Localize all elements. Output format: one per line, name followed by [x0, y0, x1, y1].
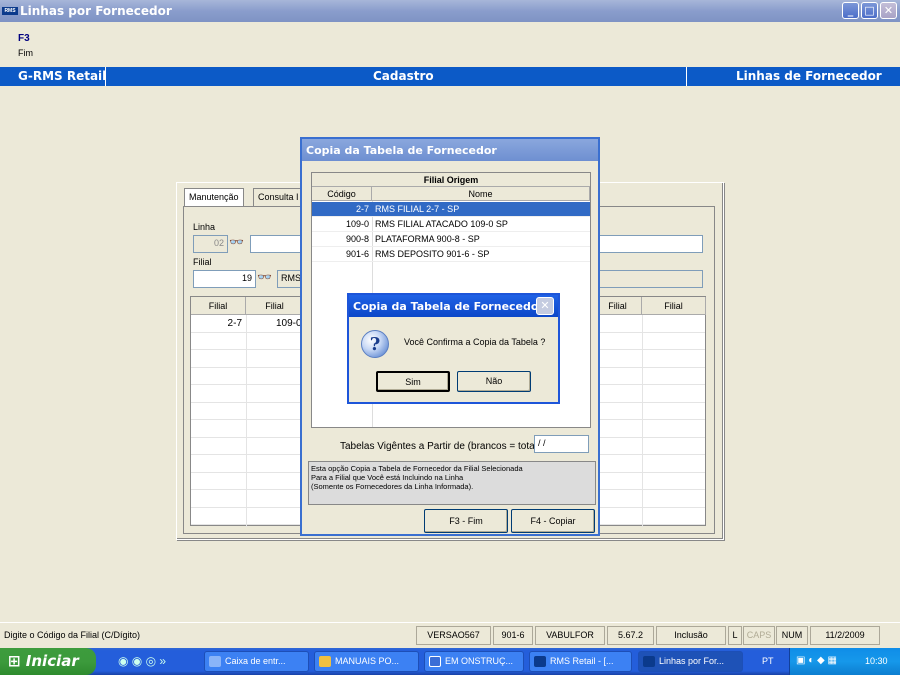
taskbar-item-label: Linhas por For... — [659, 656, 725, 666]
origin-code: 900-8 — [345, 234, 369, 244]
filial-field[interactable]: 19 — [193, 270, 256, 288]
confirm-title: Copia da Tabela de Fornecedor — [349, 295, 558, 317]
clock[interactable]: 10:30 — [865, 656, 888, 666]
yes-button[interactable]: Sim — [376, 371, 450, 392]
status-release: 5.67.2 — [607, 626, 654, 645]
info-line: (Somente os Fornecedores da Linha Inform… — [311, 482, 474, 491]
start-label: Iniciar — [25, 652, 79, 670]
taskbar-item[interactable]: MANUAIS PO... — [314, 651, 419, 672]
origin-name: RMS DEPOSITO 901-6 - SP — [375, 249, 490, 259]
mail-icon — [209, 656, 221, 667]
maximize-button[interactable]: □ — [861, 2, 878, 19]
status-program: VABULFOR — [535, 626, 605, 645]
copy-dialog-title: Copia da Tabela de Fornecedor — [302, 139, 598, 161]
grid-cell: 2-7 — [227, 318, 242, 329]
taskbar-item[interactable]: Caixa de entr... — [204, 651, 309, 672]
linha-field[interactable]: 02 — [193, 235, 228, 253]
question-icon: ? — [361, 330, 389, 358]
no-button[interactable]: Não — [457, 371, 531, 392]
binoculars-icon[interactable]: 👓 — [257, 270, 272, 284]
taskbar-item-label: RMS Retail - [... — [550, 656, 614, 666]
date-field[interactable]: / / — [534, 435, 589, 453]
date-label: Tabelas Vigêntes a Partir de (brancos = … — [340, 441, 541, 452]
grid-cell: 109-0 — [276, 318, 302, 329]
linha-label: Linha — [193, 222, 216, 232]
binoculars-icon[interactable]: 👓 — [229, 235, 244, 249]
col-codigo-header[interactable]: Código — [312, 187, 372, 201]
origin-name: RMS FILIAL ATACADO 109-0 SP — [375, 219, 508, 229]
windows-logo-icon: ⊞ — [8, 652, 26, 670]
taskbar: ⊞ Iniciar ◉ ◉ ◎ » Caixa de entr... MANUA… — [0, 648, 900, 675]
status-hint: Digite o Código da Filial (C/Dígito) — [4, 630, 141, 640]
language-indicator[interactable]: PT — [762, 656, 774, 666]
header-divider — [686, 67, 687, 86]
grid-header[interactable]: Filial — [246, 297, 304, 315]
confirm-message: Você Confirma a Copia da Tabela ? — [404, 337, 546, 347]
origin-code: 109-0 — [345, 219, 369, 229]
copiar-button[interactable]: F4 - Copiar — [511, 509, 595, 533]
status-bar: Digite o Código da Filial (C/Dígito) VER… — [0, 622, 900, 648]
taskbar-item[interactable]: EM ONSTRUÇ... — [424, 651, 524, 672]
word-icon — [429, 656, 441, 667]
status-version: VERSAO567 — [416, 626, 491, 645]
grid-header[interactable]: Filial — [642, 297, 706, 315]
info-line: Para a Filial que Você está Incluindo na… — [311, 473, 464, 482]
close-button[interactable]: ✕ — [880, 2, 897, 19]
col-nome-header[interactable]: Nome — [372, 187, 590, 201]
list-item[interactable]: 2-7 RMS FILIAL 2-7 - SP — [312, 202, 590, 217]
taskbar-item-label: EM ONSTRUÇ... — [445, 656, 514, 666]
header-bar: G-RMS Retail Cadastro Linhas de Forneced… — [0, 67, 900, 86]
tray-icons[interactable]: ▣ ◐ ◆ ▦ — [796, 655, 837, 666]
folder-icon — [319, 656, 331, 667]
filial-label: Filial — [193, 257, 212, 267]
status-date: 11/2/2009 — [810, 626, 880, 645]
taskbar-item-label: Caixa de entr... — [225, 656, 286, 666]
tab-manutencao[interactable]: Manutenção — [184, 188, 244, 206]
origin-list-title: Filial Origem — [312, 173, 590, 187]
function-key[interactable]: F3 — [18, 33, 30, 44]
status-mode: Inclusão — [656, 626, 726, 645]
list-item[interactable]: 900-8 PLATAFORMA 900-8 - SP — [312, 232, 590, 247]
origin-code: 901-6 — [345, 249, 369, 259]
header-screen-name: Linhas de Fornecedor — [736, 69, 882, 83]
status-filial: 901-6 — [493, 626, 533, 645]
list-item[interactable]: 109-0 RMS FILIAL ATACADO 109-0 SP — [312, 217, 590, 232]
info-box: Esta opção Copia a Tabela de Fornecedor … — [308, 461, 596, 505]
origin-name: PLATAFORMA 900-8 - SP — [375, 234, 480, 244]
rms-app-icon — [534, 656, 546, 667]
grid-header[interactable]: Filial — [594, 297, 642, 315]
function-key-desc: Fim — [18, 48, 33, 58]
minimize-button[interactable]: _ — [842, 2, 859, 19]
confirm-dialog: Copia da Tabela de Fornecedor ✕ ? Você C… — [347, 293, 560, 404]
header-divider — [105, 67, 106, 86]
close-icon[interactable]: ✕ — [536, 297, 554, 315]
status-l: L — [728, 626, 742, 645]
info-line: Esta opção Copia a Tabela de Fornecedor … — [311, 464, 523, 473]
taskbar-item[interactable]: RMS Retail - [... — [529, 651, 632, 672]
fim-button[interactable]: F3 - Fim — [424, 509, 508, 533]
origin-name: RMS FILIAL 2-7 - SP — [375, 204, 460, 214]
status-num: NUM — [776, 626, 808, 645]
status-caps: CAPS — [743, 626, 775, 645]
header-module: Cadastro — [373, 69, 434, 83]
header-app-name: G-RMS Retail — [18, 69, 107, 83]
rms-app-icon — [643, 656, 655, 667]
taskbar-item[interactable]: Linhas por For... — [638, 651, 743, 672]
origin-code: 2-7 — [355, 204, 369, 214]
taskbar-item-label: MANUAIS PO... — [335, 656, 400, 666]
app-icon: RMS — [2, 7, 18, 15]
window-titlebar: RMS Linhas por Fornecedor _ □ ✕ — [0, 0, 900, 22]
quick-launch-icons[interactable]: ◉ ◉ ◎ » — [118, 654, 166, 668]
grid-header[interactable]: Filial — [191, 297, 246, 315]
system-tray: ▣ ◐ ◆ ▦ 10:30 — [789, 648, 900, 675]
list-item[interactable]: 901-6 RMS DEPOSITO 901-6 - SP — [312, 247, 590, 262]
window-title: Linhas por Fornecedor — [20, 4, 172, 18]
tab-consulta[interactable]: Consulta I — [253, 188, 303, 206]
start-button[interactable]: ⊞ Iniciar — [0, 648, 96, 675]
